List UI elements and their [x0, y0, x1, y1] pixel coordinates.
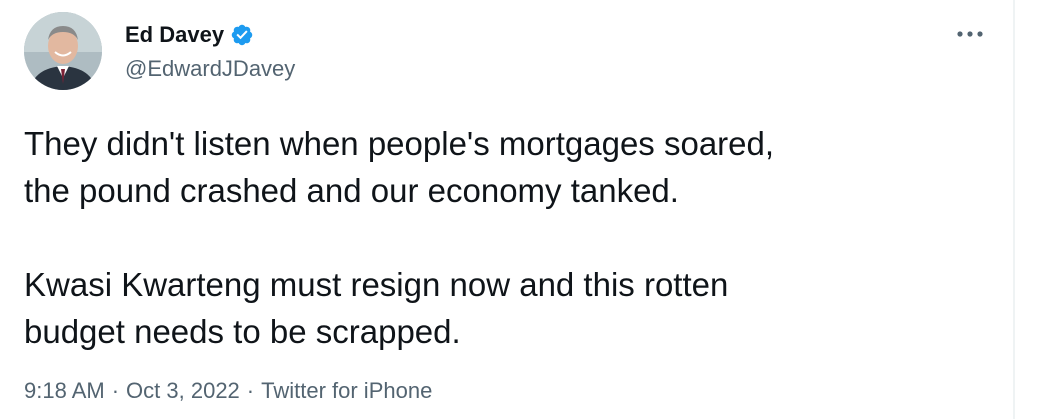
avatar[interactable]	[24, 12, 102, 90]
tweet-meta: 9:18 AM · Oct 3, 2022 · Twitter for iPho…	[24, 376, 432, 406]
verified-badge-icon	[230, 23, 254, 47]
tweet-paragraph-2: Kwasi Kwarteng must resign now and this …	[24, 266, 729, 350]
author-name[interactable]: Ed Davey	[125, 20, 224, 50]
tweet-source[interactable]: Twitter for iPhone	[261, 376, 432, 406]
more-horizontal-icon	[957, 31, 983, 37]
meta-separator: ·	[246, 378, 255, 403]
tweet-paragraph-1: They didn't listen when people's mortgag…	[24, 125, 775, 209]
meta-separator: ·	[111, 378, 120, 403]
tweet-time[interactable]: 9:18 AM	[24, 376, 105, 406]
profile-photo-icon	[24, 12, 102, 90]
more-options-button[interactable]	[952, 22, 988, 46]
tweet-date[interactable]: Oct 3, 2022	[126, 376, 240, 406]
author-name-row: Ed Davey	[125, 20, 254, 50]
timeline-divider	[1013, 0, 1015, 419]
tweet-card: Ed Davey @EdwardJDavey They didn't liste…	[0, 0, 1013, 419]
author-handle[interactable]: @EdwardJDavey	[125, 54, 295, 84]
tweet-text: They didn't listen when people's mortgag…	[24, 120, 984, 355]
